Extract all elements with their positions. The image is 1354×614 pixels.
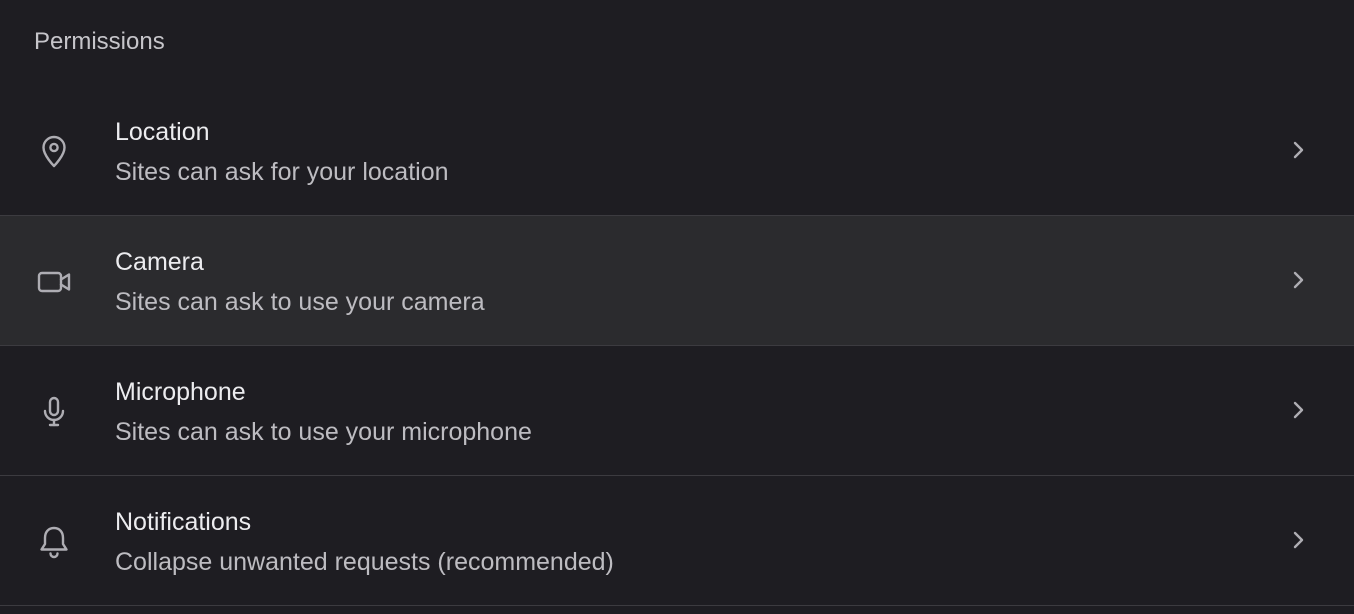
chevron-right-icon (1284, 266, 1312, 294)
permission-row-notifications[interactable]: Notifications Collapse unwanted requests… (0, 476, 1354, 606)
row-sublabel: Collapse unwanted requests (recommended) (115, 548, 614, 576)
row-sublabel: Sites can ask for your location (115, 158, 449, 186)
row-sublabel: Sites can ask to use your camera (115, 288, 485, 316)
permissions-page: Permissions Location Sites can ask for y… (0, 0, 1354, 614)
section-title: Permissions (34, 28, 165, 55)
location-pin-icon (34, 132, 74, 172)
chevron-right-icon (1284, 396, 1312, 424)
permission-row-location[interactable]: Location Sites can ask for your location (0, 86, 1354, 216)
permissions-list: Location Sites can ask for your location… (0, 86, 1354, 606)
row-sublabel: Sites can ask to use your microphone (115, 418, 532, 446)
chevron-right-icon (1284, 136, 1312, 164)
chevron-right-icon (1284, 526, 1312, 554)
row-label: Microphone (115, 378, 246, 406)
row-label: Location (115, 118, 210, 146)
camera-icon (34, 262, 74, 302)
row-label: Notifications (115, 508, 252, 536)
permission-row-camera[interactable]: Camera Sites can ask to use your camera (0, 216, 1354, 346)
permission-row-microphone[interactable]: Microphone Sites can ask to use your mic… (0, 346, 1354, 476)
row-label: Camera (115, 248, 204, 276)
microphone-icon (34, 392, 74, 432)
bell-icon (34, 522, 74, 562)
